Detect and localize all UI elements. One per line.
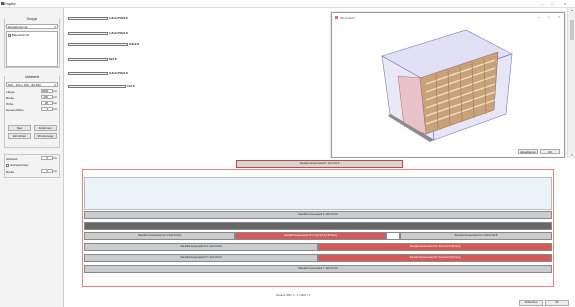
- assembly-item[interactable]: Standard Aussenwand 6: [68, 85, 126, 88]
- title-bar: Eingabe – □ ×: [0, 0, 575, 8]
- left-panel: Gruppe Eingabeformat ▾ Bauabschnitt Leis…: [0, 8, 64, 307]
- remove-button[interactable]: Entfernen: [34, 125, 57, 131]
- chevron-down-icon: ▾: [54, 25, 56, 29]
- unit-label: mm: [52, 96, 57, 99]
- wall-bar[interactable]: [84, 222, 552, 230]
- width-input[interactable]: 400 mm: [41, 95, 57, 99]
- minimize-icon[interactable]: –: [538, 15, 540, 19]
- profile-select[interactable]: RW - 300 x 250 - 80-350 ▾: [6, 82, 58, 87]
- wall-bar[interactable]: Standard Aussenwand 14 / 4x0.27x2.8: [84, 243, 318, 251]
- minimize-icon[interactable]: –: [537, 1, 547, 7]
- assembly-item[interactable]: Standard Aussenwand 1: [68, 17, 108, 20]
- wall-bar[interactable]: Standard Aussenwand 7 / 8x0.27x2.8: [84, 265, 552, 273]
- wall-bar[interactable]: Standard Aussenwand 9 / 8x0.27x2.8: [84, 211, 552, 219]
- length-input[interactable]: 4000 mm: [41, 89, 57, 93]
- wall-bar[interactable]: Standard Aussenwand 11 / 2.8x0.27x2.8: [400, 232, 552, 240]
- 3d-view-button[interactable]: 3D-Anzeige: [34, 133, 57, 139]
- checkbox[interactable]: [6, 163, 9, 167]
- group-gruppe: Gruppe Eingabeformat ▾ Bauabschnitt: [4, 17, 60, 68]
- total-height-label: Gesamthöhe: [6, 108, 24, 112]
- wall-bar[interactable]: [386, 232, 400, 240]
- assembly-item[interactable]: Standard Aussenwand 3: [68, 43, 128, 46]
- ok-button[interactable]: OK: [540, 149, 560, 154]
- wall-bar[interactable]: Standard Aussenwand 10 / 2.8x0.27x2.8: [84, 232, 235, 240]
- maximize-icon[interactable]: □: [548, 15, 550, 19]
- assembly-size: 8x2.8: [109, 57, 117, 61]
- window-title: Eingabe: [4, 2, 16, 6]
- assembly-size: 1.8x0.3*8x2.8: [109, 31, 128, 35]
- format-select-value: Eingabeformat: [8, 25, 28, 29]
- unit-label: mm: [52, 170, 57, 173]
- assembly-size: 3.8x2.8: [129, 42, 140, 46]
- list-item-label: Bauabschnitt: [11, 33, 30, 37]
- height-input[interactable]: 28 mm: [41, 101, 57, 105]
- top-assembly-bar[interactable]: Standard Aussenwand 8 / 4x0.27x2.8: [236, 160, 403, 168]
- format-select[interactable]: Eingabeformat ▾: [6, 24, 58, 29]
- setup-button[interactable]: Einrichten: [8, 133, 31, 139]
- height-label: Höhe: [6, 102, 14, 106]
- wall-bar-protect[interactable]: Standard Aussenwand 15 / 4x0.27x2.8 (Pro…: [318, 243, 552, 251]
- total-height-input[interactable]: 4 mm: [41, 107, 57, 111]
- close-icon[interactable]: ×: [558, 15, 560, 19]
- 3d-model-render: [381, 29, 513, 142]
- width-value: 400: [43, 95, 48, 99]
- scrollbar-thumb[interactable]: [570, 20, 574, 40]
- total-height-value: 4: [46, 107, 48, 111]
- length-label: Länge: [6, 90, 15, 94]
- list-item[interactable]: Bauabschnitt: [7, 32, 57, 38]
- bridge-checkbox-label: Verbaubrücke: [9, 163, 29, 167]
- group-title: Leistwerte: [5, 75, 59, 79]
- width2-label: Breite: [6, 170, 15, 174]
- chevron-down-icon: ▾: [54, 83, 56, 87]
- checkbox[interactable]: [8, 33, 11, 37]
- window-icon: [335, 16, 338, 19]
- unit-label: mm: [52, 90, 57, 93]
- profile-select-value: RW - 300 x 250 - 80-350: [8, 83, 41, 87]
- group-options: Abstand 0 mm Verbaubrücke Breite 0 mm: [4, 154, 60, 178]
- wall-bar-protect[interactable]: Standard Aussenwand 10 / 2.4x0.27x2.8 (P…: [235, 232, 386, 240]
- 3d-canvas[interactable]: [334, 22, 562, 146]
- assembly-size: 0.3x0.3*8x2.8: [109, 71, 128, 75]
- unit-label: mm: [52, 108, 57, 111]
- width2-input[interactable]: 0 mm: [41, 169, 57, 173]
- width-label: Breite: [6, 96, 15, 100]
- spacing-value: 0: [46, 156, 48, 160]
- bridge-checkbox-row[interactable]: Verbaubrücke: [6, 163, 28, 167]
- assembly-size: 1.8x0.3*8x2.8: [109, 16, 128, 20]
- close-icon[interactable]: ×: [560, 1, 570, 7]
- height-value: 28: [44, 101, 48, 105]
- unit-label: mm: [52, 157, 57, 160]
- spacing-label: Abstand: [6, 157, 18, 161]
- assembly-strip: Standard Aussenwand 1 1.8x0.3*8x2.8 Stan…: [66, 8, 329, 158]
- assembly-item[interactable]: Standard Aussenwand 5: [68, 72, 108, 75]
- width2-value: 0: [46, 169, 48, 173]
- vertical-scrollbar[interactable]: ▴ ▾: [567, 8, 575, 158]
- group-leistwerte: Leistwerte RW - 300 x 250 - 80-350 ▾ Län…: [4, 75, 60, 148]
- section-list[interactable]: Bauabschnitt: [6, 31, 58, 67]
- refresh-button[interactable]: Aktualisieren: [518, 149, 538, 154]
- status-text: Gesamt: 896 / 1 - 4 / 2024 = 2: [276, 294, 311, 297]
- spacing-input[interactable]: 0 mm: [41, 156, 57, 160]
- ok-button[interactable]: OK: [545, 300, 569, 306]
- maximize-icon[interactable]: □: [548, 1, 558, 7]
- wall-upper-block: [84, 177, 552, 210]
- group-title: Gruppe: [5, 17, 59, 21]
- new-button[interactable]: Neu: [8, 125, 31, 131]
- unit-label: mm: [52, 102, 57, 105]
- 3d-view-window: 3D-Ansicht – □ × Aktualisieren OK: [331, 12, 565, 158]
- scroll-up-icon[interactable]: ▴: [569, 8, 575, 13]
- cancel-button[interactable]: Abbrechen: [519, 300, 543, 306]
- wall-bar-protect[interactable]: Standard Aussenwand 18 / 4x0.27x2.8 (Pro…: [318, 254, 552, 262]
- assembly-item[interactable]: Standard Aussenwand 2: [68, 32, 108, 35]
- length-value: 4000: [42, 89, 49, 93]
- 3d-window-title: 3D-Ansicht: [340, 16, 355, 20]
- wall-bar[interactable]: Standard Aussenwand 17 / 4x0.27x2.8: [84, 254, 318, 262]
- assembly-item[interactable]: Standard Aussenwand 4: [68, 58, 108, 61]
- assembly-size: 7x2.8: [127, 84, 135, 88]
